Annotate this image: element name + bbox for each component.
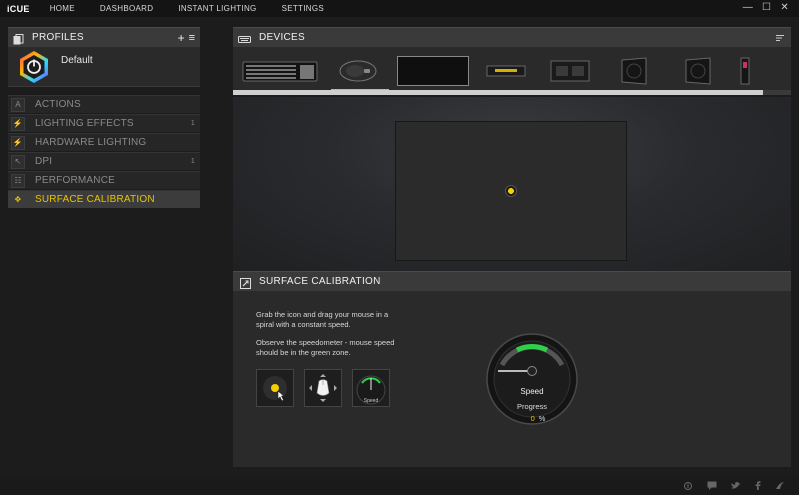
- device-controller[interactable]: [543, 55, 597, 87]
- surface-calibration-panel: SURFACE CALIBRATION Grab the icon and dr…: [233, 271, 791, 467]
- menu-label: DPI: [35, 156, 53, 167]
- speedometer-tile: Speed: [352, 369, 390, 407]
- menu-label: LIGHTING EFFECTS: [35, 118, 134, 129]
- menu-label: ACTIONS: [35, 99, 81, 110]
- profile-menu: A ACTIONS ⚡ LIGHTING EFFECTS 1 ⚡ HARDWAR…: [8, 95, 200, 208]
- menu-count: 1: [190, 120, 195, 127]
- menu-count: 1: [190, 158, 195, 165]
- calibration-title: SURFACE CALIBRATION: [259, 276, 381, 287]
- performance-icon: ☷: [11, 173, 25, 188]
- menu-item-performance[interactable]: ☷ PERFORMANCE: [8, 171, 200, 189]
- move-icon: ✥: [11, 192, 25, 207]
- profile-icon: [17, 50, 51, 84]
- calibration-surface[interactable]: [395, 121, 627, 261]
- menu-item-hardware-lighting[interactable]: ⚡ HARDWARE LIGHTING: [8, 133, 200, 151]
- menu-label: PERFORMANCE: [35, 175, 115, 186]
- nav-home[interactable]: HOME: [50, 4, 75, 13]
- facebook-icon[interactable]: [755, 481, 761, 492]
- calibration-instructions: Grab the icon and drag your mouse in a s…: [256, 310, 406, 366]
- progress-value: 0: [530, 414, 535, 423]
- progress-readout: 0%: [523, 414, 553, 423]
- menu-item-actions[interactable]: A ACTIONS: [8, 95, 200, 113]
- menu-item-surface-calibration[interactable]: ✥ SURFACE CALIBRATION: [8, 190, 200, 208]
- lightning-icon: ⚡: [11, 116, 25, 131]
- profile-name: Default: [61, 55, 93, 66]
- profiles-icon: [13, 32, 24, 45]
- device-scrollbar-thumb[interactable]: [233, 90, 763, 95]
- lightning-icon: ⚡: [11, 135, 25, 150]
- close-icon[interactable]: ✕: [780, 2, 789, 13]
- calibration-body: Grab the icon and drag your mouse in a s…: [233, 291, 791, 467]
- device-memory[interactable]: [479, 55, 533, 87]
- gauge-progress-label: Progress: [516, 402, 547, 411]
- menu-item-dpi[interactable]: ↖ DPI 1: [8, 152, 200, 170]
- calibration-stage: [233, 97, 791, 272]
- speedometer-gauge: [486, 333, 578, 425]
- instruction-speed: Observe the speedometer - mouse speed sh…: [256, 338, 395, 357]
- calibration-header: SURFACE CALIBRATION: [233, 271, 791, 291]
- add-profile-button[interactable]: +: [178, 31, 185, 45]
- keyboard-icon: [238, 32, 251, 43]
- progress-unit: %: [538, 414, 546, 423]
- twitter-icon[interactable]: [731, 481, 741, 492]
- menu-item-lighting-effects[interactable]: ⚡ LIGHTING EFFECTS 1: [8, 114, 200, 132]
- device-keyboard[interactable]: [241, 55, 319, 87]
- profile-item-default[interactable]: Default: [8, 47, 200, 87]
- tile-speed-label: Speed: [363, 398, 379, 404]
- grab-icon-tile: [256, 369, 294, 407]
- minimize-icon[interactable]: —: [743, 2, 753, 13]
- devices-header: DEVICES: [233, 27, 791, 47]
- devices-menu-icon[interactable]: [776, 29, 785, 47]
- gauge-speed-label: Speed: [520, 387, 544, 396]
- footer-bar: [0, 477, 799, 495]
- profiles-title: PROFILES: [32, 32, 84, 43]
- community-icon[interactable]: [683, 481, 693, 492]
- nav-instant-lighting[interactable]: INSTANT LIGHTING: [178, 4, 256, 13]
- title-bar: iCUE HOME DASHBOARD INSTANT LIGHTING SET…: [0, 0, 799, 17]
- nav-settings[interactable]: SETTINGS: [282, 4, 324, 13]
- device-scrollbar[interactable]: [233, 90, 791, 95]
- profiles-header: PROFILES + ≡: [8, 27, 200, 47]
- instruction-tiles: Speed: [256, 369, 390, 407]
- devices-panel: DEVICES: [233, 27, 791, 97]
- menu-label: HARDWARE LIGHTING: [35, 137, 147, 148]
- device-fan[interactable]: [607, 55, 661, 87]
- left-panel: PROFILES + ≡ Default A ACTIONS ⚡ LIGHTIN…: [8, 27, 200, 467]
- app-brand: iCUE: [7, 3, 30, 14]
- chat-icon[interactable]: [707, 481, 717, 492]
- devices-title: DEVICES: [259, 32, 306, 43]
- device-fan[interactable]: [671, 55, 725, 87]
- nav-dashboard[interactable]: DASHBOARD: [100, 4, 153, 13]
- device-mouse[interactable]: [329, 55, 387, 87]
- device-strip: [233, 47, 791, 95]
- spiral-mouse-tile: [304, 369, 342, 407]
- instruction-drag: Grab the icon and drag your mouse in a s…: [256, 310, 389, 329]
- calibration-target-icon[interactable]: [505, 185, 517, 197]
- cursor-icon: ↖: [11, 154, 25, 169]
- profiles-menu-icon[interactable]: ≡: [189, 32, 195, 44]
- actions-icon: A: [11, 97, 25, 112]
- device-cooler[interactable]: [735, 55, 755, 87]
- maximize-icon[interactable]: ☐: [762, 2, 771, 13]
- menu-label: SURFACE CALIBRATION: [35, 194, 155, 205]
- edit-icon: [240, 276, 251, 289]
- device-mousepad[interactable]: [397, 55, 469, 87]
- brand-logo-icon[interactable]: [775, 481, 785, 492]
